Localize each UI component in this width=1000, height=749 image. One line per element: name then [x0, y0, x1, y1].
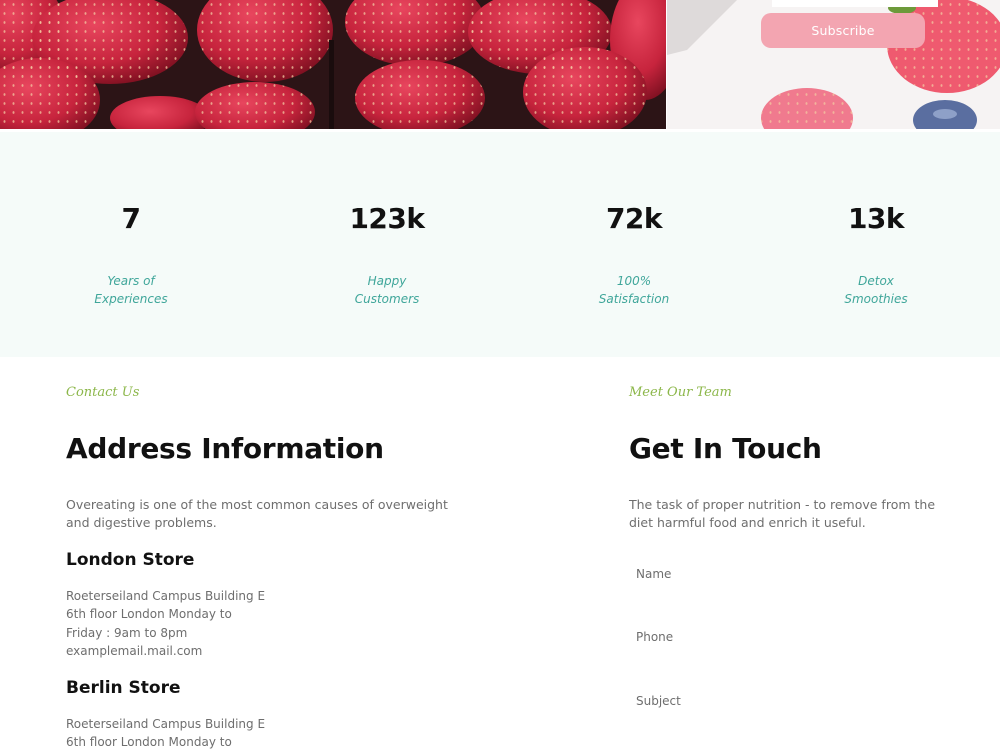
subscribe-email-input[interactable]: [772, 0, 938, 7]
store-line: 6th floor London Monday to: [66, 735, 232, 749]
berlin-store-title: Berlin Store: [66, 678, 181, 698]
stats-band: 7 Years of Experiences 123k Happy Custom…: [0, 132, 1000, 357]
get-in-touch-description: The task of proper nutrition - to remove…: [629, 497, 936, 530]
subscribe-button[interactable]: Subscribe: [761, 13, 925, 48]
strawberries-photo: [0, 0, 666, 129]
store-line: Friday : 9am to 8pm: [66, 625, 188, 640]
stat-label: Happy Customers: [354, 274, 420, 306]
team-eyebrow: Meet Our Team: [629, 385, 732, 400]
subject-field[interactable]: [628, 680, 938, 722]
get-in-touch-title: Get In Touch: [629, 432, 822, 465]
store-line: Roeterseiland Campus Building E: [66, 717, 266, 731]
stat-label: Detox Smoothies: [844, 274, 908, 306]
berlin-store-details: Roeterseiland Campus Building E 6th floo…: [66, 715, 326, 749]
store-line: 6th floor London Monday to: [66, 607, 232, 622]
phone-field[interactable]: [628, 616, 938, 658]
stat-label: Years of Experiences: [94, 274, 168, 306]
stat-number: 13k: [847, 202, 905, 235]
stat-label: 100% Satisfaction: [598, 274, 670, 306]
stat-number: 123k: [349, 202, 425, 235]
stat-number: 72k: [605, 202, 663, 235]
london-store-details: Roeterseiland Campus Building E 6th floo…: [66, 587, 326, 660]
stat-number: 7: [121, 202, 141, 235]
store-email: examplemail.mail.com: [66, 643, 203, 658]
contact-eyebrow: Contact Us: [66, 385, 140, 400]
strawberries-image: [0, 0, 666, 129]
store-line: Roeterseiland Campus Building E: [66, 589, 266, 603]
london-store-title: London Store: [66, 550, 195, 570]
name-field[interactable]: [628, 553, 938, 595]
address-title: Address Information: [66, 432, 384, 465]
address-description: Overeating is one of the most common cau…: [66, 497, 448, 530]
